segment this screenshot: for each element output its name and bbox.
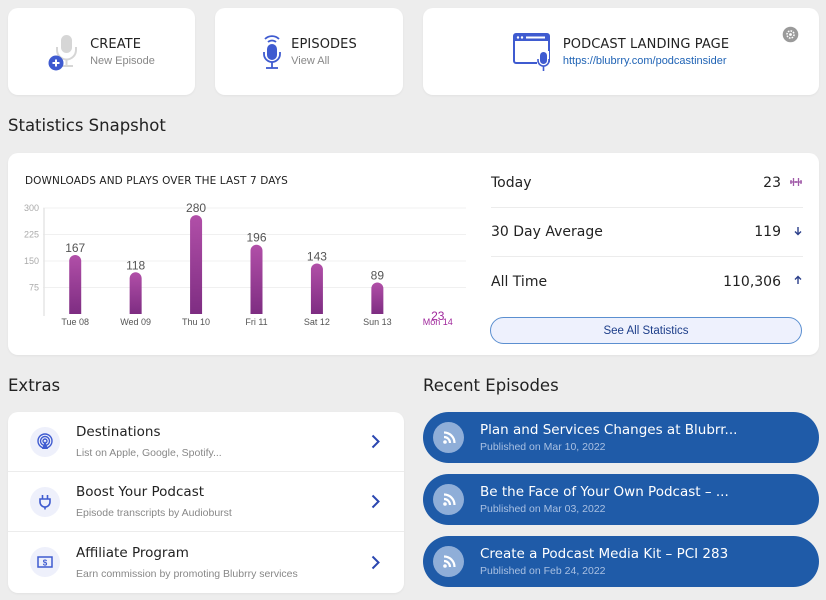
bar [371,282,384,314]
data-label: 280 [186,201,206,215]
extras-item-subtitle: Earn commission by promoting Blubrry ser… [76,567,298,580]
recent-episode-item[interactable]: Be the Face of Your Own Podcast – ... Pu… [423,474,819,525]
episode-title: Plan and Services Changes at Blubrr... [480,422,738,438]
chevron-right-icon [371,494,380,509]
svg-text:$: $ [43,558,48,567]
rss-icon [433,484,464,515]
chevron-right-icon [371,555,380,569]
gear-icon[interactable] [782,26,799,43]
stat-label: All Time [491,273,548,290]
arrow-up-icon [781,275,803,288]
landing-title: PODCAST LANDING PAGE [562,36,730,52]
stat-value: 23 [763,175,781,191]
create-subtitle: New Episode [90,54,155,67]
x-tick-label: Sun 13 [363,317,392,327]
data-label: 143 [307,249,327,263]
stat-row-30-day-average: 30 Day Average 119 [491,208,803,257]
stat-label: Today [491,175,532,191]
extras-item-boost-your-podcast[interactable]: Boost Your Podcast Episode transcripts b… [8,472,404,532]
episodes-title: EPISODES [291,36,357,52]
downloads-chart: 75 150 225 300 167 Tue 08 118 Wed 09 280 Thu 10 19… [24,201,466,327]
y-tick-label: 150 [24,256,39,266]
stat-value: 110,306 [723,273,781,290]
arrow-down-icon [781,226,803,239]
broadcast-tower-icon [30,426,60,457]
rss-icon [433,422,464,453]
data-label: 167 [65,241,85,255]
episode-published-date: Published on Mar 10, 2022 [480,441,606,453]
extras-section-title: Extras [8,376,61,395]
extras-item-title: Boost Your Podcast [76,484,205,500]
recent-episodes-section-title: Recent Episodes [423,376,559,395]
episode-published-date: Published on Feb 24, 2022 [480,565,606,577]
bar [190,215,203,314]
episode-published-date: Published on Mar 03, 2022 [480,503,606,515]
x-tick-label: Tue 08 [61,317,89,327]
dollar-bill-icon: $ [30,547,60,577]
episode-title: Create a Podcast Media Kit – PCI 283 [480,546,729,562]
create-title: CREATE [90,36,142,52]
extras-item-title: Destinations [76,424,161,440]
landing-page-card[interactable]: PODCAST LANDING PAGE https://blubrry.com… [423,8,819,95]
mic-broadcast-icon [263,34,282,69]
mic-plus-icon [48,34,78,70]
browser-mic-icon [512,32,550,72]
data-label: 89 [371,269,385,283]
episodes-subtitle: View All [291,54,330,67]
waveform-icon [781,177,803,190]
recent-episode-item[interactable]: Create a Podcast Media Kit – PCI 283 Pub… [423,536,819,587]
extras-item-destinations[interactable]: Destinations List on Apple, Google, Spot… [8,412,404,472]
extras-item-subtitle: Episode transcripts by Audioburst [76,507,232,519]
stat-label: 30 Day Average [491,224,603,240]
y-tick-label: 75 [29,283,39,293]
landing-url-link[interactable]: https://blubrry.com/podcastinsider [563,55,729,67]
recent-episode-item[interactable]: Plan and Services Changes at Blubrr... P… [423,412,819,463]
bar [129,272,142,314]
extras-item-subtitle: List on Apple, Google, Spotify... [76,447,222,459]
data-label: 196 [246,231,266,245]
create-episode-card[interactable]: CREATE New Episode [8,8,195,95]
y-tick-label: 300 [24,203,39,213]
y-tick-label: 225 [24,230,39,240]
stat-row-today: Today 23 [491,159,803,208]
x-tick-label: Mon 14 [423,317,453,327]
x-tick-label: Sat 12 [304,317,330,327]
bar [310,263,323,314]
chart-title: DOWNLOADS AND PLAYS OVER THE LAST 7 DAYS [25,175,288,187]
episode-title: Be the Face of Your Own Podcast – ... [480,484,729,500]
extras-item-affiliate-program[interactable]: $ Affiliate Program Earn commission by p… [8,532,404,592]
statistics-section-title: Statistics Snapshot [8,116,166,135]
bar [69,254,82,314]
x-tick-label: Thu 10 [182,317,210,327]
data-label: 118 [126,258,145,272]
extras-item-title: Affiliate Program [76,544,189,561]
rss-icon [433,546,464,577]
episodes-card[interactable]: EPISODES View All [215,8,403,95]
see-all-statistics-button[interactable]: See All Statistics [490,317,802,344]
chevron-right-icon [371,434,380,449]
x-tick-label: Fri 11 [245,317,267,327]
bar [250,244,263,314]
x-tick-label: Wed 09 [120,317,151,327]
stat-value: 119 [754,224,781,240]
extras-list: Destinations List on Apple, Google, Spot… [8,412,404,593]
plug-icon [30,486,60,517]
stat-row-all-time: All Time 110,306 [491,257,803,306]
